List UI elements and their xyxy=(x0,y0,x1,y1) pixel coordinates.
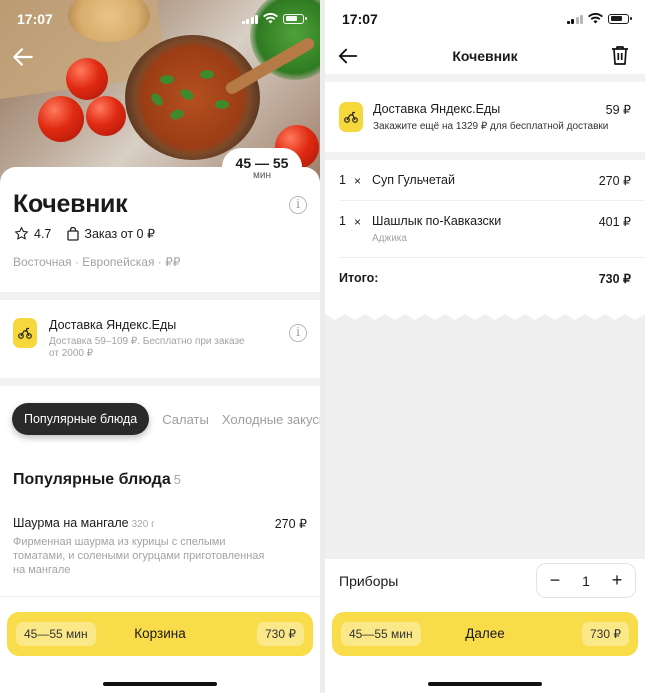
empty-area xyxy=(325,314,645,559)
cuisine-tags: Восточная · Европейская · ₽₽ xyxy=(13,255,181,269)
divider xyxy=(0,596,320,597)
item-price: 270 ₽ xyxy=(598,174,631,188)
next-button[interactable]: Далее 45—55 мин 730 ₽ xyxy=(332,612,638,656)
total-value: 730 ₽ xyxy=(598,272,631,286)
page-title: Кочевник xyxy=(452,48,518,64)
battery-icon xyxy=(608,13,632,24)
cart-total-chip: 730 ₽ xyxy=(257,622,304,646)
divider xyxy=(325,152,645,160)
receipt-edge xyxy=(325,308,645,320)
item-qty: 1 xyxy=(339,214,346,228)
cart-screen: 17:07 Кочевник Доставка Яндекс.Еды 59 ₽ … xyxy=(325,0,645,693)
restaurant-name: Кочевник xyxy=(13,190,128,218)
status-time: 17:07 xyxy=(342,11,378,27)
times-icon: × xyxy=(354,174,362,188)
status-bar: 17:07 xyxy=(0,0,320,38)
cutlery-qty: 1 xyxy=(582,572,590,589)
minus-button[interactable]: − xyxy=(547,570,563,591)
wifi-icon xyxy=(263,13,278,24)
tab-cold-appetizers[interactable]: Холодные закуски xyxy=(222,412,320,427)
delivery-hint: Закажите ещё на 1329 ₽ для бесплатной до… xyxy=(373,121,609,132)
back-arrow-icon[interactable] xyxy=(10,44,36,70)
divider xyxy=(339,257,645,258)
next-time-chip: 45—55 мин xyxy=(341,622,421,646)
battery-icon xyxy=(283,13,307,24)
plus-button[interactable]: + xyxy=(609,570,625,591)
trash-icon[interactable] xyxy=(611,45,629,65)
rating-value: 4.7 xyxy=(34,226,52,241)
times-icon: × xyxy=(354,215,362,229)
divider xyxy=(0,292,320,300)
section-count: 5 xyxy=(173,472,181,487)
cutlery-stepper: − 1 + xyxy=(536,563,636,598)
total-label: Итого: xyxy=(339,271,379,285)
star-icon xyxy=(14,227,29,240)
min-order: Заказ от 0 ₽ xyxy=(84,227,155,241)
divider xyxy=(0,378,320,386)
divider xyxy=(325,74,645,82)
delivery-subtitle: Доставка 59–109 ₽. Бесплатно при заказе … xyxy=(49,336,245,359)
tab-popular[interactable]: Популярные блюда xyxy=(12,403,150,435)
section-title: Популярные блюда 5 xyxy=(13,471,181,488)
dish-name[interactable]: Шаурма на мангале 320 г xyxy=(13,516,155,530)
status-bar: 17:07 xyxy=(325,0,645,38)
restaurant-meta: 4.7 Заказ от 0 ₽ xyxy=(14,226,171,241)
home-indicator xyxy=(428,682,542,686)
delivery-logo-icon xyxy=(13,318,37,348)
delivery-info-icon[interactable]: i xyxy=(289,324,307,342)
item-price: 401 ₽ xyxy=(598,215,631,229)
delivery-logo-icon xyxy=(339,102,363,132)
tab-salads[interactable]: Салаты xyxy=(162,412,209,427)
next-total-chip: 730 ₽ xyxy=(582,622,629,646)
category-tabs: Популярные блюда Салаты Холодные закуски xyxy=(12,403,320,435)
divider xyxy=(339,200,645,201)
delivery-title: Доставка Яндекс.Еды xyxy=(49,318,177,332)
cart-time-chip: 45—55 мин xyxy=(16,622,96,646)
restaurant-screen: 17:07 45 — 55 мин Кочевник i 4.7 Заказ о… xyxy=(0,0,320,693)
bag-icon xyxy=(67,226,80,241)
delivery-time-badge: 45 — 55 мин xyxy=(222,148,302,186)
dish-description: Фирменная шаурма из курицы с спелыми том… xyxy=(13,536,265,576)
dish-price: 270 ₽ xyxy=(274,517,307,531)
delivery-price: 59 ₽ xyxy=(605,103,631,117)
status-time: 17:07 xyxy=(17,11,53,27)
cutlery-label: Приборы xyxy=(339,573,399,589)
wifi-icon xyxy=(588,13,603,24)
info-icon[interactable]: i xyxy=(289,196,307,214)
delivery-title: Доставка Яндекс.Еды xyxy=(373,102,501,116)
dish-weight: 320 г xyxy=(131,519,155,530)
item-name[interactable]: Шашлык по-Кавказски xyxy=(372,214,501,228)
signal-icon xyxy=(241,14,258,24)
cart-button[interactable]: Корзина 45—55 мин 730 ₽ xyxy=(7,612,313,656)
item-qty: 1 xyxy=(339,173,346,187)
item-note: Аджика xyxy=(372,233,407,244)
home-indicator xyxy=(103,682,217,686)
item-name[interactable]: Суп Гульчетай xyxy=(372,173,455,187)
signal-icon xyxy=(566,14,583,24)
